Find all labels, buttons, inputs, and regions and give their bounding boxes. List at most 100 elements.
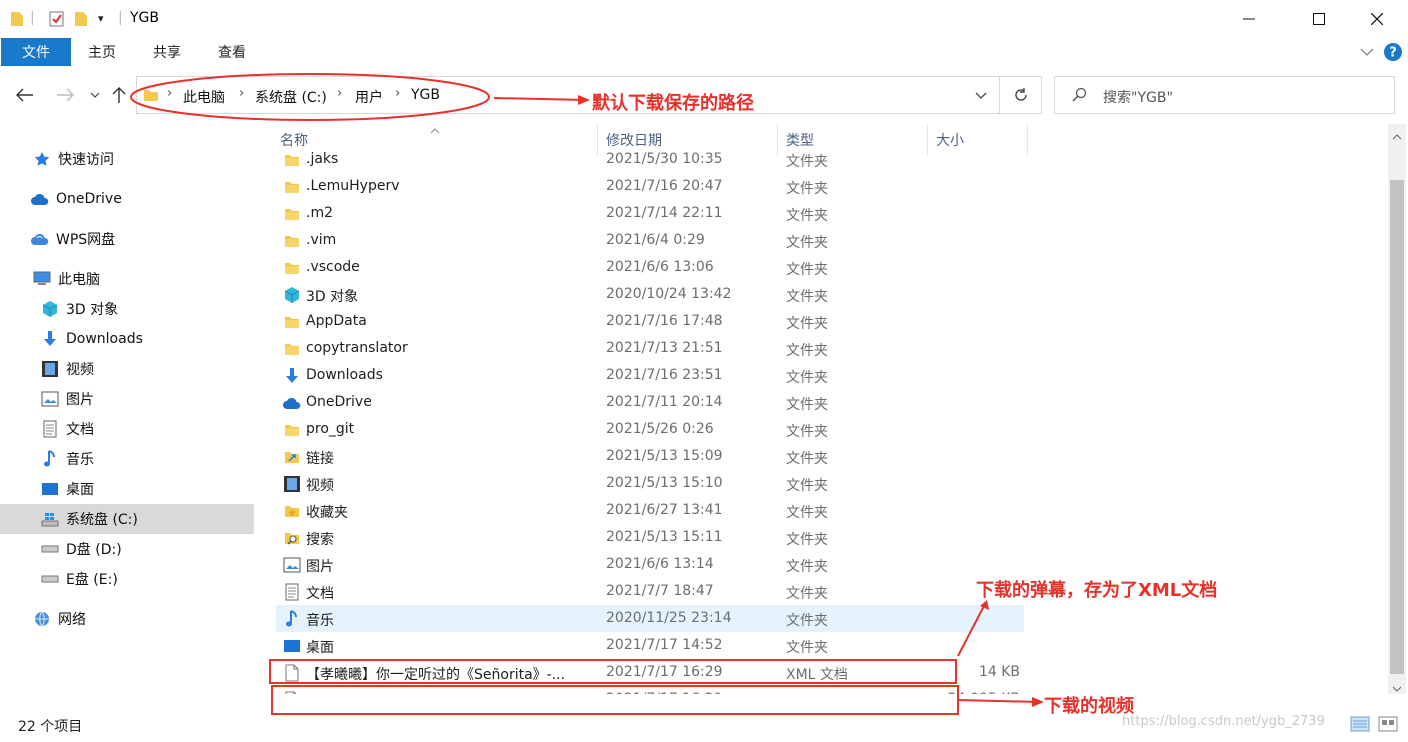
scrollbar-thumb[interactable] (1390, 180, 1404, 674)
sidebar-item-e-drive[interactable]: E盘 (E:) (0, 564, 254, 594)
sidebar-item-d-drive[interactable]: D盘 (D:) (0, 534, 254, 564)
folder-icon (282, 150, 302, 170)
sidebar-item-downloads[interactable]: Downloads (0, 324, 254, 354)
file-name: 【孝曦曦】你一定听过的《Señorita》-... (306, 691, 565, 694)
sidebar-item-quick-access[interactable]: 快速访问 (0, 144, 254, 174)
sidebar-item-onedrive[interactable]: OneDrive (0, 184, 254, 214)
file-row[interactable]: AppData 2021/7/16 17:48 文件夹 (276, 308, 1024, 335)
customize-toolbar-icon[interactable]: ▾ (98, 12, 104, 32)
breadcrumb-ygb[interactable]: YGB (411, 87, 440, 103)
chevron-right-icon[interactable]: › (337, 86, 342, 101)
file-row[interactable]: 视频 2021/5/13 15:10 文件夹 (276, 470, 1024, 497)
sidebar-item-wps-drive[interactable]: WPS网盘 (0, 224, 254, 254)
file-row[interactable]: .m2 2021/7/14 22:11 文件夹 (276, 200, 1024, 227)
tab-view[interactable]: 查看 (218, 38, 246, 66)
large-icons-view-icon[interactable] (1378, 716, 1398, 736)
file-row[interactable]: 3D 对象 2020/10/24 13:42 文件夹 (276, 281, 1024, 308)
cloud-icon (30, 229, 50, 249)
sidebar-item-desktop[interactable]: 桌面 (0, 474, 254, 504)
scroll-up-icon[interactable] (1392, 128, 1402, 144)
sidebar-item-system-drive[interactable]: 系统盘 (C:) (0, 504, 254, 534)
sidebar-item-pictures[interactable]: 图片 (0, 384, 254, 414)
new-folder-icon[interactable] (74, 10, 88, 30)
sidebar-item-label: D盘 (D:) (66, 542, 122, 558)
tab-file[interactable]: 文件 (1, 38, 71, 66)
file-date: 2021/7/13 21:51 (606, 340, 723, 356)
drive-icon (40, 539, 60, 559)
file-row[interactable]: 【孝曦曦】你一定听过的《Señorita》-... 2021/7/17 16:29… (276, 686, 1024, 694)
maximize-button[interactable] (1296, 0, 1342, 38)
file-row[interactable]: copytranslator 2021/7/13 21:51 文件夹 (276, 335, 1024, 362)
sidebar-item-documents[interactable]: 文档 (0, 414, 254, 444)
close-button[interactable] (1354, 0, 1400, 38)
status-item-count: 22 个项目 (18, 719, 83, 735)
sidebar-item-videos[interactable]: 视频 (0, 354, 254, 384)
file-type: XML 文档 (786, 667, 848, 683)
file-name: 【孝曦曦】你一定听过的《Señorita》-... (306, 667, 566, 683)
sidebar-item-label: 视频 (66, 362, 94, 378)
file-row[interactable]: 链接 2021/5/13 15:09 文件夹 (276, 443, 1024, 470)
search-input[interactable]: 搜索"YGB" (1054, 76, 1395, 114)
file-type: 文件夹 (786, 559, 828, 575)
sidebar-item-music[interactable]: 音乐 (0, 444, 254, 474)
tab-home[interactable]: 主页 (88, 38, 116, 66)
folder-icon (282, 204, 302, 224)
network-icon (32, 609, 52, 629)
annotation-arrowhead (1032, 697, 1044, 707)
file-type: 文件夹 (786, 505, 828, 521)
file-row[interactable]: 【孝曦曦】你一定听过的《Señorita》-... 2021/7/17 16:29… (276, 659, 1024, 686)
star-icon (32, 149, 52, 169)
refresh-button[interactable] (1000, 76, 1042, 114)
search-folder-icon (282, 528, 302, 548)
breadcrumb-system-drive[interactable]: 系统盘 (C:) (255, 87, 327, 107)
file-row[interactable]: 文档 2021/7/7 18:47 文件夹 (276, 578, 1024, 605)
chevron-right-icon[interactable]: › (395, 86, 400, 101)
file-name: 收藏夹 (306, 505, 348, 521)
download-arrow-icon (282, 366, 302, 386)
details-view-icon[interactable] (1350, 716, 1370, 736)
file-date: 2021/7/14 22:11 (606, 205, 723, 221)
vertical-scrollbar[interactable] (1388, 124, 1406, 694)
file-name: 桌面 (306, 640, 334, 656)
recent-locations-button[interactable] (82, 82, 108, 108)
file-row[interactable]: Downloads 2021/7/16 23:51 文件夹 (276, 362, 1024, 389)
breadcrumb-users[interactable]: 用户 (355, 87, 383, 107)
picture-icon (40, 389, 60, 409)
file-row[interactable]: .vscode 2021/6/6 13:06 文件夹 (276, 254, 1024, 281)
file-name: 链接 (306, 451, 334, 467)
properties-icon[interactable] (48, 10, 66, 30)
chevron-right-icon[interactable]: › (239, 86, 244, 101)
file-row[interactable]: .jaks 2021/5/30 10:35 文件夹 (276, 146, 1024, 173)
sidebar-item-label: WPS网盘 (56, 232, 116, 248)
up-button[interactable] (106, 82, 132, 108)
minimize-button[interactable] (1226, 0, 1272, 38)
file-name: 文档 (306, 586, 334, 602)
cloud-icon (282, 393, 302, 413)
file-row[interactable]: 收藏夹 2021/6/27 13:41 文件夹 (276, 497, 1024, 524)
sidebar-item-label: 文档 (66, 422, 94, 438)
file-row[interactable]: pro_git 2021/5/26 0:26 文件夹 (276, 416, 1024, 443)
help-icon[interactable]: ? (1384, 43, 1402, 65)
sidebar-item-this-pc[interactable]: 此电脑 (0, 264, 254, 294)
scroll-down-icon[interactable] (1392, 680, 1402, 696)
file-row[interactable]: .vim 2021/6/4 0:29 文件夹 (276, 227, 1024, 254)
file-row[interactable]: 音乐 2020/11/25 23:14 文件夹 (276, 605, 1024, 632)
file-row[interactable]: 图片 2021/6/6 13:14 文件夹 (276, 551, 1024, 578)
sidebar-item-network[interactable]: 网络 (0, 604, 254, 634)
file-row[interactable]: 搜索 2021/5/13 15:11 文件夹 (276, 524, 1024, 551)
address-bar[interactable]: › 此电脑 › 系统盘 (C:) › 用户 › YGB (136, 76, 1000, 114)
expand-ribbon-icon[interactable] (1360, 42, 1374, 66)
file-row[interactable]: OneDrive 2021/7/11 20:14 文件夹 (276, 389, 1024, 416)
folder-icon (282, 339, 302, 359)
chevron-right-icon[interactable]: › (167, 86, 172, 101)
back-button[interactable] (12, 82, 38, 108)
file-row[interactable]: 桌面 2021/7/17 14:52 文件夹 (276, 632, 1024, 659)
file-row[interactable]: .LemuHyperv 2021/7/16 20:47 文件夹 (276, 173, 1024, 200)
file-date: 2021/5/13 15:11 (606, 529, 723, 545)
sidebar-item-3d-objects[interactable]: 3D 对象 (0, 294, 254, 324)
file-type: 文件夹 (786, 262, 828, 278)
address-history-icon[interactable] (975, 89, 987, 105)
forward-button[interactable] (52, 82, 78, 108)
tab-share[interactable]: 共享 (153, 38, 181, 66)
breadcrumb-this-pc[interactable]: 此电脑 (183, 87, 225, 107)
